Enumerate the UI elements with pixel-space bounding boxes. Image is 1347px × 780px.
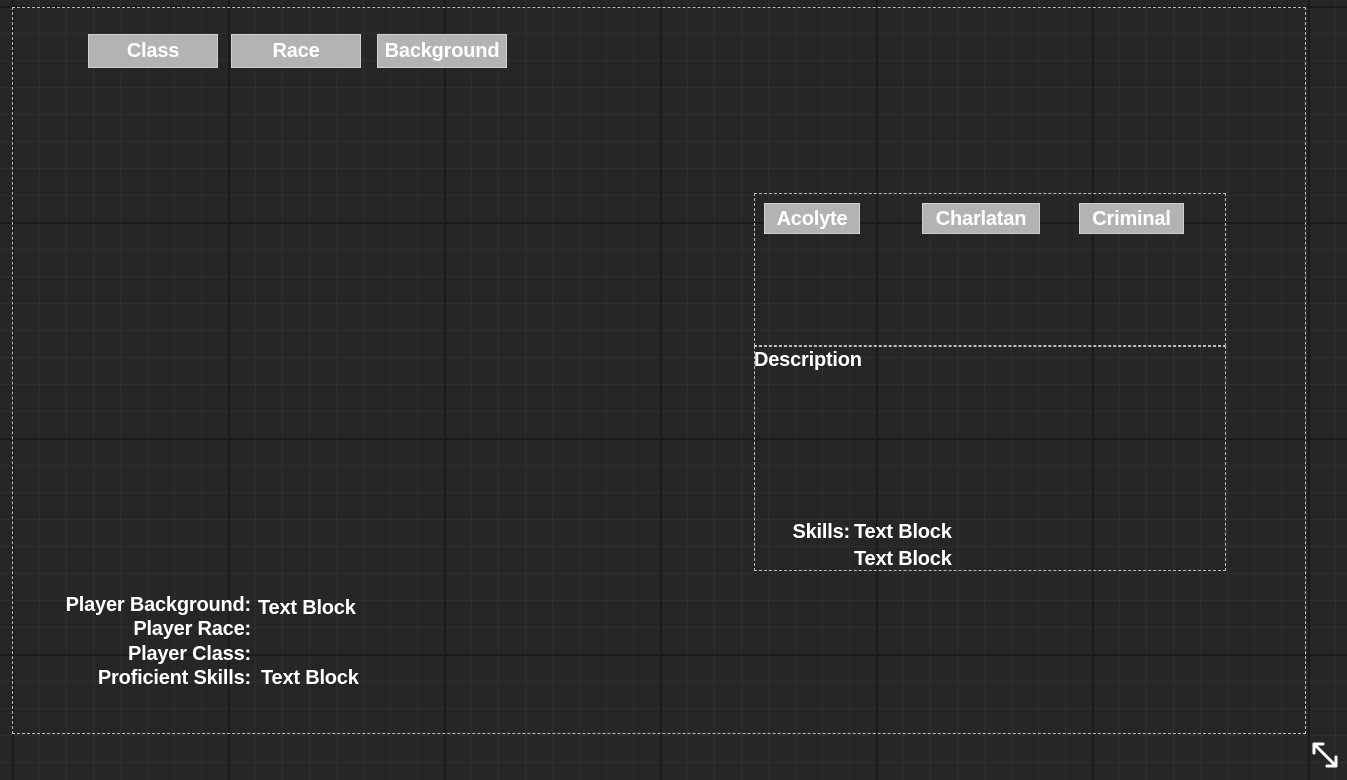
- class-tab-button[interactable]: Class: [88, 34, 218, 68]
- charlatan-button[interactable]: Charlatan: [922, 203, 1040, 234]
- player-background-label: Player Background:: [65, 594, 252, 616]
- player-background-value: Text Block: [258, 597, 356, 619]
- criminal-button[interactable]: Criminal: [1079, 203, 1184, 234]
- proficient-skills-label: Proficient Skills:: [97, 667, 251, 689]
- skills-label: Skills:: [792, 521, 850, 543]
- race-tab-button[interactable]: Race: [231, 34, 361, 68]
- description-label: Description: [754, 349, 862, 371]
- background-tab-button[interactable]: Background: [377, 34, 507, 68]
- expand-arrows-icon[interactable]: [1310, 740, 1340, 770]
- proficient-skills-value: Text Block: [261, 667, 359, 689]
- skills-value-1: Text Block: [854, 521, 952, 543]
- acolyte-button[interactable]: Acolyte: [764, 203, 860, 234]
- player-class-label: Player Class:: [127, 643, 251, 665]
- skills-value-2: Text Block: [854, 548, 952, 570]
- player-race-label: Player Race:: [133, 618, 251, 640]
